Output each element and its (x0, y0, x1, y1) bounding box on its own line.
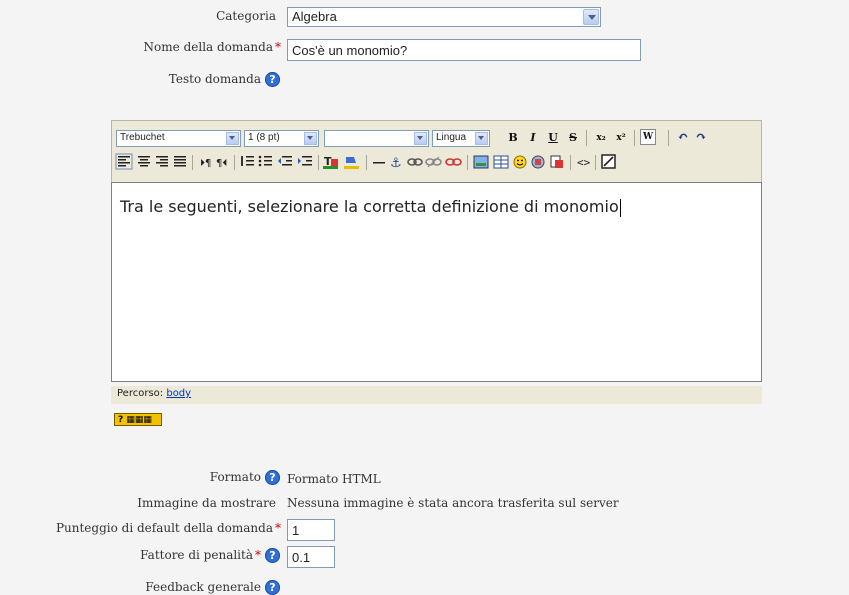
ltr-icon[interactable]: ⏵¶ (200, 158, 211, 169)
nome-label: Nome della domanda * (143, 40, 281, 54)
justify-right-icon[interactable] (156, 156, 168, 167)
background-color-icon[interactable] (344, 157, 359, 169)
question-form: Categoria Algebra Nome della domanda * Co… (10, 0, 849, 595)
style-select[interactable] (324, 130, 429, 147)
horizontal-rule-icon[interactable] (373, 162, 385, 164)
svg-text:<>: <> (577, 156, 591, 169)
editor-content[interactable]: Tra le seguenti, selezionare la corretta… (111, 182, 762, 382)
font-family-select[interactable]: Trebuchet (116, 130, 241, 147)
search-replace-icon[interactable] (550, 155, 563, 168)
editor-toolbar: Trebuchet 1 (8 pt) Lingua B I U S x₂ x² … (111, 120, 762, 182)
justify-full-icon[interactable] (174, 156, 186, 167)
font-size-select[interactable]: 1 (8 pt) (244, 130, 319, 147)
toolbar-separator (634, 130, 635, 146)
indent-icon[interactable] (298, 156, 312, 166)
required-asterisk: * (275, 521, 281, 535)
language-select[interactable]: Lingua (432, 130, 490, 147)
nolink-icon[interactable] (445, 158, 462, 166)
html-source-icon[interactable]: <> (577, 156, 591, 169)
punteggio-input[interactable]: 1 (287, 519, 335, 541)
bold-button[interactable]: B (504, 129, 522, 147)
chevron-down-icon (304, 132, 317, 145)
subscript-button[interactable]: x₂ (592, 129, 610, 147)
unlink-icon[interactable] (425, 156, 442, 168)
strikethrough-button[interactable]: S (564, 129, 582, 147)
categoria-label: Categoria (216, 9, 276, 23)
formato-label: Formato? (130, 470, 280, 485)
required-asterisk: * (255, 548, 261, 562)
insert-char-icon[interactable] (531, 155, 545, 169)
ordered-list-icon[interactable] (241, 156, 254, 166)
formato-value: Formato HTML (287, 472, 381, 486)
immagine-value: Nessuna immagine è stata ancora trasferi… (287, 496, 619, 510)
chevron-down-icon (226, 132, 239, 145)
superscript-button[interactable]: x² (612, 129, 630, 147)
toolbar-row2: ⏵¶ ¶⏴ T ⚓ <> (115, 153, 616, 171)
html-editor: Trebuchet 1 (8 pt) Lingua B I U S x₂ x² … (111, 120, 762, 412)
help-icon[interactable]: ? (265, 470, 280, 485)
editor-path-bar: Percorso: body (111, 386, 762, 404)
paste-word-button[interactable]: W (640, 129, 656, 145)
text-color-icon[interactable]: T (323, 155, 338, 169)
redo-button[interactable]: ↷ (692, 129, 710, 147)
punteggio-label: Punteggio di default della domanda * (55, 521, 281, 535)
help-icon[interactable]: ? (265, 548, 280, 563)
italic-button[interactable]: I (524, 129, 542, 147)
outdent-icon[interactable] (278, 156, 292, 166)
penalita-input[interactable]: 0.1 (287, 546, 335, 568)
insert-image-icon[interactable] (473, 155, 489, 169)
chevron-down-icon (583, 9, 599, 25)
unordered-list-icon[interactable] (258, 155, 272, 167)
text-caret (619, 198, 621, 217)
fullscreen-icon[interactable] (601, 154, 616, 169)
justify-center-icon[interactable] (138, 156, 150, 167)
path-body-link[interactable]: body (166, 388, 191, 399)
smiley-icon[interactable] (513, 155, 527, 169)
svg-text:⚓: ⚓ (390, 156, 402, 171)
insert-table-icon[interactable] (493, 155, 509, 169)
categoria-select[interactable]: Algebra (287, 7, 601, 27)
chevron-down-icon (414, 132, 427, 145)
anchor-icon[interactable]: ⚓ (390, 156, 402, 171)
link-icon[interactable] (407, 158, 423, 166)
chevron-down-icon (475, 132, 488, 145)
keyboard-help-icon[interactable]: ? ▦▦▦ (114, 413, 162, 426)
toolbar-separator (586, 130, 587, 146)
undo-button[interactable]: ↶ (674, 129, 692, 147)
testo-label: Testo domanda? (130, 72, 280, 87)
underline-button[interactable]: U (544, 129, 562, 147)
nome-input[interactable]: Cos'è un monomio? (287, 39, 641, 61)
immagine-label: Immagine da mostrare (137, 496, 276, 510)
rtl-icon[interactable]: ¶⏴ (216, 158, 227, 169)
justify-left-icon[interactable] (115, 153, 133, 170)
toolbar-separator (668, 130, 669, 146)
penalita-label: Fattore di penalità *? (100, 548, 280, 563)
required-asterisk: * (275, 40, 281, 54)
help-icon[interactable]: ? (265, 72, 280, 87)
